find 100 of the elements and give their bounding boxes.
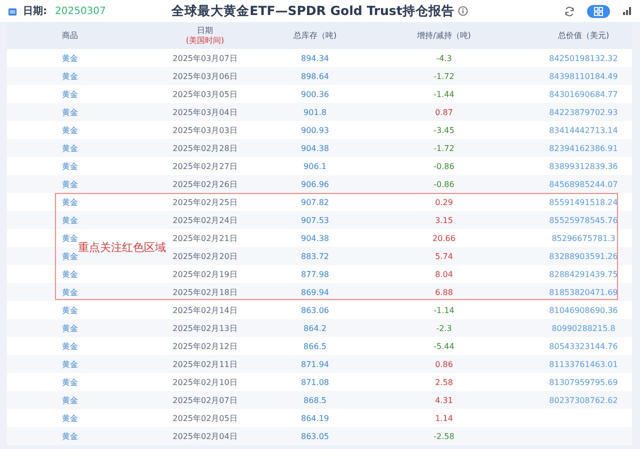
table-cell-text: 黄金 (61, 178, 79, 190)
table-cell-text: 2025年02月07日 (172, 394, 238, 406)
table-cell-text: 906.96 (300, 180, 330, 188)
date-value: 20250307 (55, 6, 106, 16)
table-cell-text: 864.2 (302, 324, 328, 332)
table-cell-text: 6.88 (434, 288, 454, 296)
column-header: 日期 (197, 26, 213, 36)
table-cell-text: 883.72 (300, 252, 330, 260)
table-cell-text: 85296675781.3 (550, 234, 616, 242)
table-cell-text: 1.14 (434, 414, 454, 422)
table-cell-text: 84250198132.32 (548, 54, 619, 62)
table-cell-text: 81307959795.69 (548, 378, 619, 386)
table-cell-text: 2025年02月21日 (172, 232, 238, 244)
table-cell-text: 20.66 (432, 234, 456, 242)
table-cell-text: 907.82 (300, 198, 330, 206)
table-cell-text: 2025年03月06日 (172, 70, 238, 82)
table-cell-text: 85525978545.76 (548, 216, 619, 224)
table-cell-text: 2025年02月20日 (172, 250, 238, 262)
table-cell-text: 黄金 (61, 286, 79, 298)
table-cell-text: -1.72 (432, 72, 456, 80)
table-cell-text: 904.38 (300, 144, 330, 152)
table-cell-text: -3.45 (432, 126, 456, 134)
table-cell-text: 2025年02月10日 (172, 376, 238, 388)
column-header: 增持/减持（吨) (417, 30, 471, 40)
table-cell-text: 2025年02月11日 (172, 358, 238, 370)
table-cell-text: 黄金 (61, 214, 79, 226)
table-cell-text: -0.86 (432, 180, 456, 188)
table-cell-text: 83288903591.26 (548, 252, 619, 260)
table-cell-text: 900.36 (300, 90, 330, 98)
table-cell-text: 901.8 (302, 108, 328, 116)
table-cell-text: 2.58 (434, 378, 454, 386)
refresh-icon[interactable] (564, 6, 575, 16)
column-subheader: (美国时间) (186, 36, 224, 46)
table-cell-text: 黄金 (61, 196, 79, 208)
table-cell-text: 黄金 (61, 394, 79, 406)
table-cell-text: 黄金 (61, 106, 79, 118)
chart-icon[interactable] (622, 6, 632, 16)
table-cell-text: 864.19 (300, 414, 330, 422)
table-cell-text: 0.86 (434, 360, 454, 368)
table-cell-text: 81133761463.01 (548, 360, 619, 368)
table-cell-text: 黄金 (61, 88, 79, 100)
table-cell-text: 4.31 (434, 396, 454, 404)
table-cell-text: 81046908690.36 (548, 306, 619, 314)
table-cell-text: -1.44 (432, 90, 456, 98)
table-cell-text: 906.1 (302, 162, 328, 170)
table-cell-text: 2025年02月13日 (172, 322, 238, 334)
table-cell-text: 84301690684.77 (548, 90, 619, 98)
table-cell-text: 黄金 (61, 250, 78, 262)
grid-view-button[interactable] (587, 4, 610, 18)
table-cell-text: 907.53 (300, 216, 330, 224)
table-cell-text: 863.05 (300, 432, 330, 440)
table-cell-text: -1.14 (432, 306, 456, 314)
table-cell-text: -2.3 (435, 324, 453, 332)
table-cell-text: 871.08 (300, 378, 330, 386)
table-cell-text: 82394162386.91 (548, 144, 619, 152)
table-cell-text: 81853820471.69 (548, 288, 619, 296)
table-cell-text: 2025年02月18日 (172, 286, 238, 298)
table-cell-text: 900.93 (300, 126, 330, 134)
info-icon[interactable] (458, 6, 468, 16)
table-cell-text: 0.29 (434, 198, 454, 206)
table-cell-text: 黄金 (61, 412, 79, 424)
table-cell-text: 5.74 (434, 252, 454, 260)
table-cell-text: 83899312839.36 (548, 162, 619, 170)
table-cell-text: 黄金 (61, 268, 79, 280)
table-cell-text: 黄金 (61, 124, 79, 136)
annotation-text: 重点关注红色区域 (78, 240, 166, 255)
table-cell-text: 2025年03月07日 (172, 52, 238, 64)
table-cell-text: 84398110184.49 (548, 72, 619, 80)
table-cell-text: 黄金 (61, 52, 79, 64)
table-cell-text: 2025年02月25日 (172, 196, 238, 208)
table-cell-text: 黄金 (61, 160, 79, 172)
table-cell-text: -5.44 (432, 342, 456, 350)
table-cell-text: 2025年02月24日 (172, 214, 238, 226)
table-cell-text: 2025年02月27日 (172, 160, 238, 172)
table-cell-text: 2025年03月04日 (172, 106, 238, 118)
table-cell-text: 863.06 (300, 306, 330, 314)
table-cell-text: 83414442713.14 (548, 126, 619, 134)
table-cell-text: 黄金 (61, 232, 78, 244)
table-cell-text: 869.94 (300, 288, 330, 296)
column-header: 总价值（美元) (558, 30, 610, 40)
table-cell-text: 3.15 (434, 216, 454, 224)
table-cell-text: 2025年03月03日 (172, 124, 238, 136)
table-cell-text: 84223879702.93 (548, 108, 619, 116)
grid-icon (594, 6, 603, 16)
table-cell-text: -1.72 (432, 144, 456, 152)
column-header: 总库存（吨) (293, 30, 337, 40)
table-cell-text: 894.34 (300, 54, 330, 62)
table-cell-text: 黄金 (61, 358, 79, 370)
table-cell-text: 黄金 (61, 430, 79, 442)
table-cell-text: 82884291439.75 (548, 270, 619, 278)
column-header: 商品 (62, 30, 78, 40)
report-title: 全球最大黄金ETF—SPDR Gold Trust持仓报告 (172, 2, 454, 20)
table-cell-text: 80543323144.76 (548, 342, 619, 350)
calendar-icon (8, 6, 17, 16)
table-cell-text: 黄金 (61, 322, 79, 334)
table-cell-text: 2025年02月28日 (172, 142, 238, 154)
table-cell-text: 2025年02月05日 (172, 412, 238, 424)
table-cell-text: 898.64 (300, 72, 330, 80)
table-cell-text: 黄金 (61, 376, 79, 388)
table-cell-text: 2025年02月12日 (172, 340, 238, 352)
